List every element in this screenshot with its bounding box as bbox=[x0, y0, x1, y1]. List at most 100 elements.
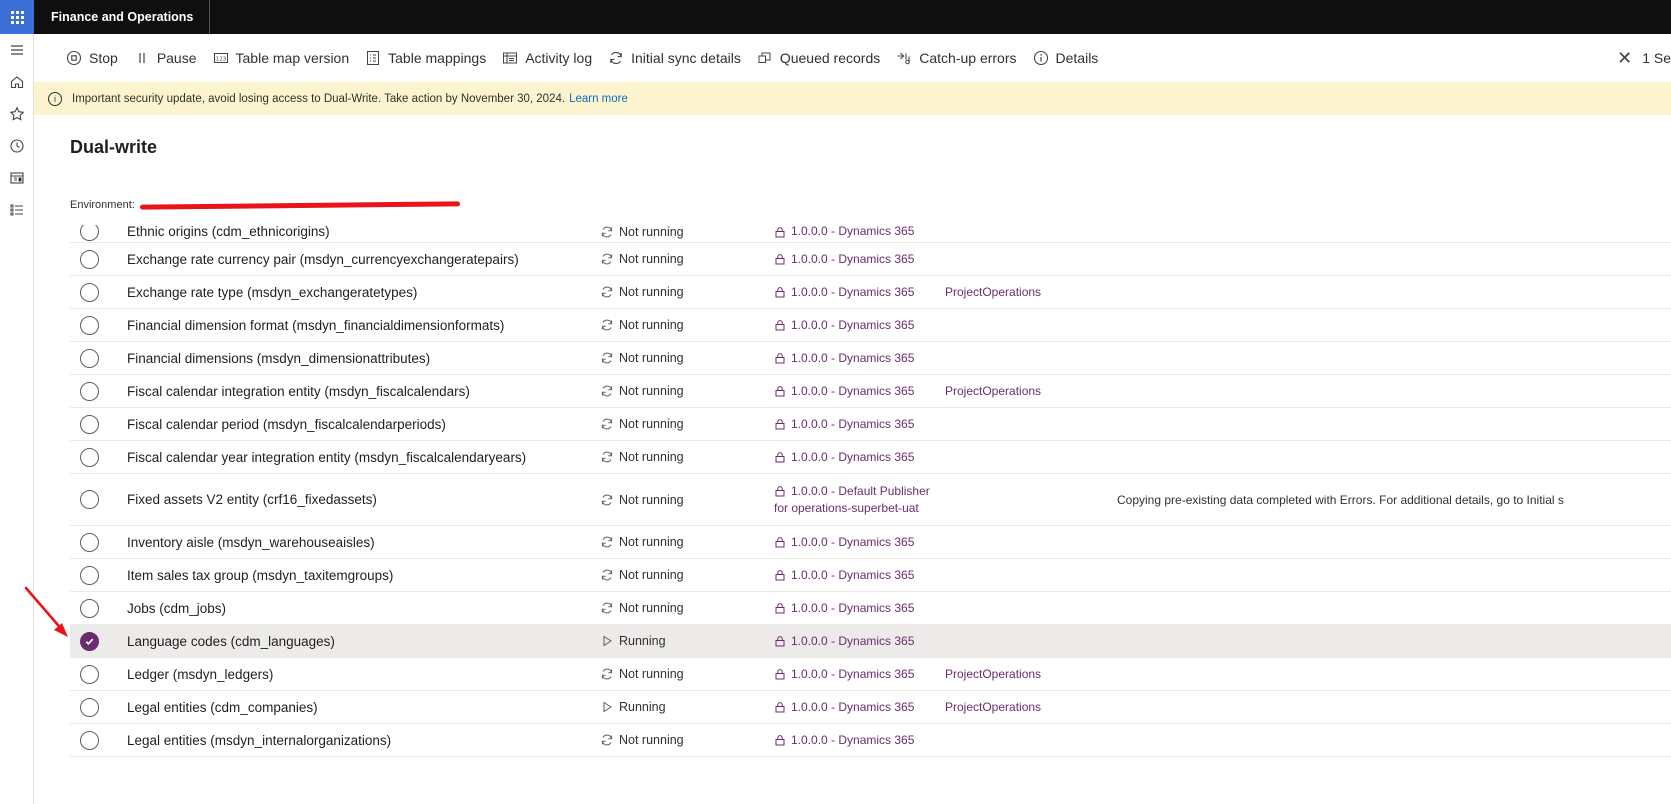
row-select-radio[interactable] bbox=[80, 315, 99, 335]
version-line: 1.0.0.0 - Dynamics 365 bbox=[774, 732, 914, 749]
table-row[interactable]: Inventory aisle (msdyn_warehouseaisles) N… bbox=[70, 526, 1671, 559]
table-row[interactable]: Exchange rate type (msdyn_exchangeratety… bbox=[70, 276, 1671, 309]
version-line: 1.0.0.0 - Dynamics 365 bbox=[774, 534, 914, 551]
table-row[interactable]: Fiscal calendar period (msdyn_fiscalcale… bbox=[70, 408, 1671, 441]
row-select-radio[interactable] bbox=[80, 414, 99, 434]
sync-icon bbox=[610, 51, 622, 65]
version-text[interactable]: 1.0.0.0 - Dynamics 365 bbox=[791, 699, 914, 716]
row-select-radio[interactable] bbox=[80, 348, 99, 368]
lock-icon bbox=[774, 635, 786, 647]
table-row[interactable]: Item sales tax group (msdyn_taxitemgroup… bbox=[70, 559, 1671, 592]
banner-text: Important security update, avoid losing … bbox=[72, 92, 566, 105]
page-title: Dual-write bbox=[70, 137, 158, 157]
stop-label: Stop bbox=[89, 50, 118, 66]
row-select-radio[interactable] bbox=[80, 447, 99, 467]
hamburger-menu-button[interactable] bbox=[0, 34, 34, 66]
table-row[interactable]: Language codes (cdm_languages) Running 1.0… bbox=[70, 625, 1671, 658]
table-name-cell: Ledger (msdyn_ledgers) bbox=[127, 666, 274, 682]
table-mappings-button[interactable]: Table mappings bbox=[365, 50, 486, 66]
row-select-cell bbox=[80, 526, 99, 558]
row-select-radio[interactable] bbox=[80, 697, 99, 717]
catch-up-errors-button[interactable]: Catch-up errors bbox=[896, 50, 1017, 66]
version-text[interactable]: 1.0.0.0 - Dynamics 365 bbox=[791, 416, 914, 433]
security-update-banner: i Important security update, avoid losin… bbox=[34, 82, 1671, 115]
stop-button[interactable]: Stop bbox=[66, 50, 118, 66]
table-row[interactable]: Legal entities (msdyn_internalorganizati… bbox=[70, 724, 1671, 757]
nav-modules-button[interactable] bbox=[0, 194, 34, 226]
lock-icon bbox=[774, 253, 786, 265]
table-row[interactable]: Financial dimension format (msdyn_financ… bbox=[70, 309, 1671, 342]
hamburger-icon bbox=[11, 45, 23, 55]
version-line: 1.0.0.0 - Dynamics 365 bbox=[774, 251, 914, 268]
version-text[interactable]: 1.0.0.0 - Dynamics 365 bbox=[791, 383, 914, 400]
nav-home-button[interactable] bbox=[0, 66, 34, 98]
version-text[interactable]: 1.0.0.0 - Dynamics 365 bbox=[791, 350, 914, 367]
row-select-radio[interactable] bbox=[80, 532, 99, 552]
initial-sync-details-label: Initial sync details bbox=[631, 50, 741, 66]
activity-log-button[interactable]: Activity log bbox=[502, 50, 592, 66]
status-text: Not running bbox=[619, 417, 684, 431]
version-text[interactable]: 1.0.0.0 - Dynamics 365 bbox=[791, 225, 914, 240]
row-select-radio[interactable] bbox=[80, 631, 99, 651]
nav-workspaces-button[interactable] bbox=[0, 162, 34, 194]
row-select-radio[interactable] bbox=[80, 225, 99, 241]
nav-favorites-button[interactable] bbox=[0, 98, 34, 130]
row-select-radio[interactable] bbox=[80, 598, 99, 618]
version-text[interactable]: 1.0.0.0 - Dynamics 365 bbox=[791, 534, 914, 551]
lock-icon bbox=[774, 352, 786, 364]
version-text[interactable]: 1.0.0.0 - Dynamics 365 bbox=[791, 567, 914, 584]
learn-more-link[interactable]: Learn more bbox=[569, 93, 628, 105]
version-text[interactable]: 1.0.0.0 - Dynamics 365 bbox=[791, 317, 914, 334]
row-select-radio[interactable] bbox=[80, 730, 99, 750]
lock-icon bbox=[774, 418, 786, 430]
app-title[interactable]: Finance and Operations bbox=[34, 0, 211, 34]
home-icon bbox=[10, 76, 24, 89]
close-selection-button[interactable]: ✕ 1 Se bbox=[1617, 34, 1671, 82]
version-text[interactable]: 1.0.0.0 - Dynamics 365 bbox=[791, 732, 914, 749]
catch-up-errors-label: Catch-up errors bbox=[919, 50, 1017, 66]
initial-sync-details-button[interactable]: Initial sync details bbox=[608, 50, 741, 66]
table-row[interactable]: Legal entities (cdm_companies) Running 1.0… bbox=[70, 691, 1671, 724]
version-text[interactable]: 1.0.0.0 - Dynamics 365 bbox=[791, 633, 914, 650]
status-text: Not running bbox=[619, 450, 684, 464]
table-row[interactable]: Fiscal calendar year integration entity … bbox=[70, 441, 1671, 474]
status-cell: Not running bbox=[600, 592, 684, 624]
nav-recent-button[interactable] bbox=[0, 130, 34, 162]
row-select-radio[interactable] bbox=[80, 381, 99, 401]
details-button[interactable]: Details bbox=[1033, 50, 1098, 66]
play-icon bbox=[600, 700, 614, 714]
table-map-version-button[interactable]: 123 Table map version bbox=[213, 50, 349, 66]
table-row[interactable]: Ledger (msdyn_ledgers) Not running 1.0.0.0… bbox=[70, 658, 1671, 691]
version-publisher-text[interactable]: for operations-superbet-uat bbox=[774, 500, 919, 517]
row-select-radio[interactable] bbox=[80, 282, 99, 302]
version-line: 1.0.0.0 - Dynamics 365 bbox=[774, 449, 914, 466]
table-mappings-icon bbox=[367, 51, 380, 65]
row-select-radio[interactable] bbox=[80, 565, 99, 585]
row-select-radio[interactable] bbox=[80, 490, 99, 509]
version-text[interactable]: 1.0.0.0 - Dynamics 365 bbox=[791, 251, 914, 268]
not-running-icon bbox=[600, 225, 614, 239]
table-row[interactable]: Fixed assets V2 entity (crf16_fixedasset… bbox=[70, 474, 1671, 526]
pause-button[interactable]: Pause bbox=[134, 50, 197, 66]
table-row[interactable]: Ethnic origins (cdm_ethnicorigins) Not ru… bbox=[70, 225, 1671, 243]
version-text[interactable]: 1.0.0.0 - Default Publisher bbox=[791, 483, 930, 500]
version-cell: 1.0.0.0 - Dynamics 365 bbox=[774, 309, 914, 341]
table-name-cell: Legal entities (cdm_companies) bbox=[127, 699, 318, 715]
table-row[interactable]: Jobs (cdm_jobs) Not running 1.0.0.0 - Dyna… bbox=[70, 592, 1671, 625]
row-select-radio[interactable] bbox=[80, 249, 99, 269]
app-launcher-button[interactable] bbox=[0, 0, 34, 34]
version-cell: 1.0.0.0 - Dynamics 365 bbox=[774, 276, 914, 308]
status-cell: Not running bbox=[600, 658, 684, 690]
queued-records-button[interactable]: Queued records bbox=[757, 50, 880, 66]
table-name-cell: Exchange rate type (msdyn_exchangeratety… bbox=[127, 284, 418, 300]
version-text[interactable]: 1.0.0.0 - Dynamics 365 bbox=[791, 600, 914, 617]
version-cell: 1.0.0.0 - Dynamics 365 bbox=[774, 691, 914, 723]
version-text[interactable]: 1.0.0.0 - Dynamics 365 bbox=[791, 284, 914, 301]
table-row[interactable]: Fiscal calendar integration entity (msdy… bbox=[70, 375, 1671, 408]
version-text[interactable]: 1.0.0.0 - Dynamics 365 bbox=[791, 449, 914, 466]
version-text[interactable]: 1.0.0.0 - Dynamics 365 bbox=[791, 666, 914, 683]
table-row[interactable]: Financial dimensions (msdyn_dimensionatt… bbox=[70, 342, 1671, 375]
row-select-cell bbox=[80, 441, 99, 473]
table-row[interactable]: Exchange rate currency pair (msdyn_curre… bbox=[70, 243, 1671, 276]
row-select-radio[interactable] bbox=[80, 664, 99, 684]
